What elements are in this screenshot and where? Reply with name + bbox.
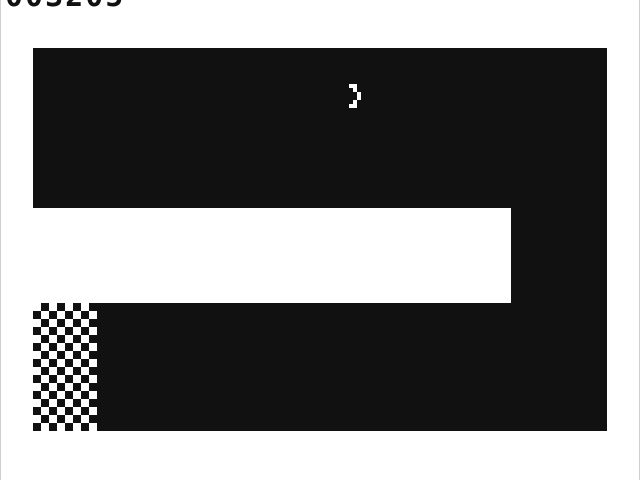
track-segment-right [511,200,607,310]
track-segment-bottom [33,303,607,431]
finish-line-checkered [33,303,97,431]
player-car-icon[interactable] [347,84,367,108]
track-segment-top [33,48,607,208]
score-display: 003205 [5,0,125,12]
game-screen: 003205 [0,0,640,480]
